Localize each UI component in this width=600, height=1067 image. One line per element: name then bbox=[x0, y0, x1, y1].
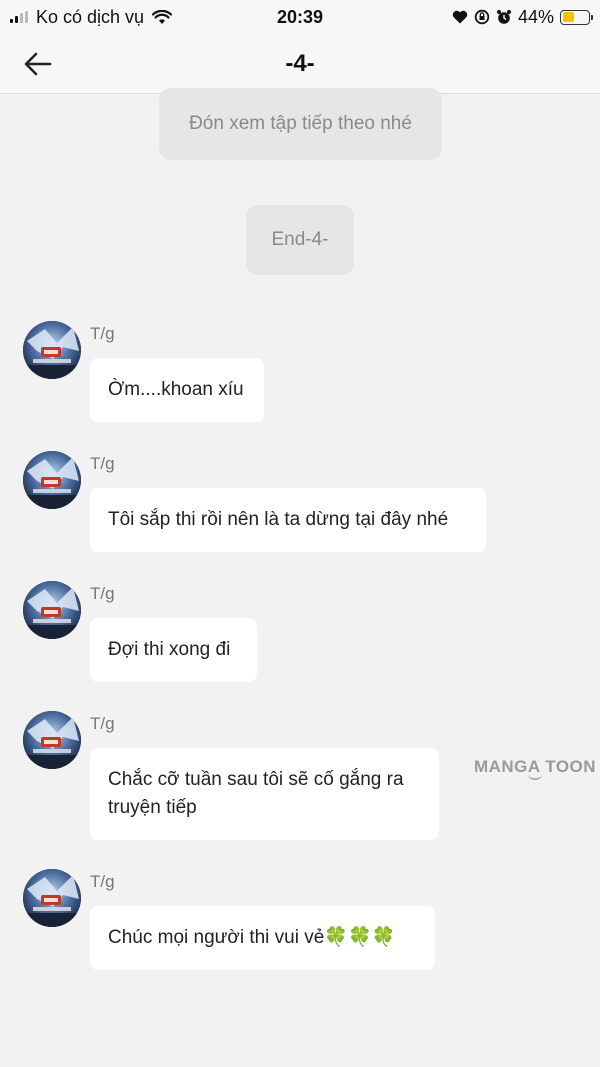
back-arrow-icon bbox=[24, 52, 52, 76]
sender-name: T/g bbox=[90, 324, 115, 343]
narration-box: End-4- bbox=[246, 205, 354, 275]
alarm-icon bbox=[496, 10, 511, 24]
wifi-icon bbox=[152, 9, 173, 24]
watermark-logo: MANGA TOON bbox=[472, 757, 598, 789]
avatar[interactable] bbox=[23, 711, 81, 769]
orientation-lock-icon bbox=[474, 9, 490, 25]
battery-fill bbox=[562, 12, 574, 22]
message-bubble[interactable]: Tôi sắp thi rồi nên là ta dừng tại đây n… bbox=[90, 488, 486, 552]
message-bubble[interactable]: Đợi thi xong đi bbox=[90, 618, 257, 682]
narration-text: Đón xem tập tiếp theo nhé bbox=[189, 113, 412, 134]
avatar[interactable] bbox=[23, 321, 81, 379]
sender-name: T/g bbox=[90, 714, 115, 733]
narration-box: Đón xem tập tiếp theo nhé bbox=[159, 88, 442, 160]
heart-icon bbox=[452, 10, 468, 24]
status-right: 44% bbox=[452, 6, 593, 28]
message-bubble[interactable]: Ờm....khoan xíu bbox=[90, 358, 264, 422]
message-bubble[interactable]: Chúc mọi người thi vui vẻ🍀🍀🍀 bbox=[90, 906, 435, 970]
avatar[interactable] bbox=[23, 869, 81, 927]
watermark-text: MANGA TOON bbox=[473, 757, 597, 776]
status-bar: Ko có dịch vụ 20:39 44% bbox=[0, 0, 600, 34]
battery-icon bbox=[560, 9, 593, 25]
signal-icon bbox=[10, 11, 28, 23]
avatar[interactable] bbox=[23, 581, 81, 639]
sender-name: T/g bbox=[90, 454, 115, 473]
page-title: -4- bbox=[285, 49, 315, 77]
carrier-label: Ko có dịch vụ bbox=[36, 6, 145, 27]
narration-text: End-4- bbox=[271, 229, 329, 250]
status-left: Ko có dịch vụ bbox=[10, 6, 173, 28]
sender-name: T/g bbox=[90, 872, 115, 891]
nav-bar: -4- bbox=[0, 34, 600, 94]
sender-name: T/g bbox=[90, 584, 115, 603]
message-bubble[interactable]: Chắc cỡ tuần sau tôi sẽ cố gắng ra truyệ… bbox=[90, 748, 439, 840]
battery-percent: 44% bbox=[517, 6, 554, 27]
avatar[interactable] bbox=[23, 451, 81, 509]
back-button[interactable] bbox=[18, 44, 58, 84]
